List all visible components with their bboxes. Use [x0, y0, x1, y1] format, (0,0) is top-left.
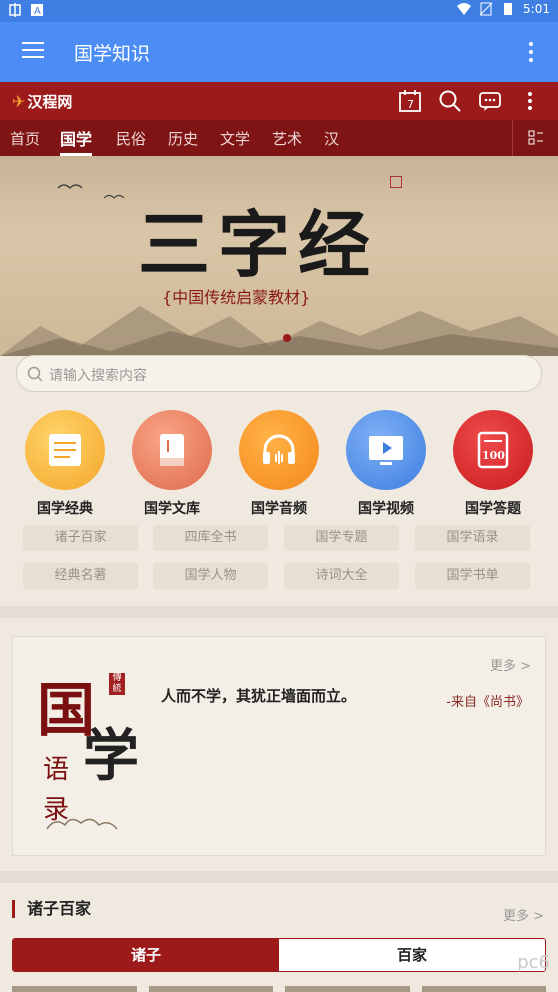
svg-text:A: A	[34, 6, 41, 17]
thumbnail[interactable]	[421, 986, 546, 992]
chip-masterpieces[interactable]: 经典名著	[23, 563, 138, 589]
score-100-icon: 100	[477, 431, 509, 469]
audio-circle	[239, 410, 319, 490]
monitor-play-icon	[369, 436, 403, 465]
app-bar: 国学知识	[0, 22, 558, 82]
calendar-icon[interactable]: 7	[398, 89, 422, 113]
quote-card[interactable]: 国 傳統 学 语 录 更多 > 人而不学，其犹正墙面而立。 -来自《尚书》	[12, 636, 546, 856]
wifi-icon	[457, 3, 472, 15]
status-bar: A 5:01	[0, 0, 558, 22]
category-label: 国学经典	[37, 501, 93, 517]
tab-folk[interactable]: 民俗	[116, 128, 146, 149]
chip-poetry[interactable]: 诗词大全	[284, 563, 399, 589]
quiz-circle: 100	[453, 410, 533, 490]
notification-a-icon: A	[31, 4, 43, 17]
search-placeholder: 请输入搜索内容	[49, 368, 147, 384]
category-grid: 国学经典 国学文库 国学音频 国学视频 100 国学答题	[0, 410, 558, 520]
cloud-decoration	[46, 818, 118, 830]
chat-icon[interactable]	[478, 89, 502, 113]
section-title: 诸子百家	[12, 900, 91, 918]
chip-booklist[interactable]: 国学书单	[415, 563, 530, 589]
thumbnail[interactable]	[12, 986, 137, 992]
category-audio[interactable]: 国学音频	[224, 410, 334, 518]
hamburger-menu-icon[interactable]	[22, 42, 44, 62]
tab-art[interactable]: 艺术	[272, 128, 302, 149]
tab-home[interactable]: 首页	[10, 128, 40, 149]
classics-circle	[25, 410, 105, 490]
chip-topics[interactable]: 国学专题	[284, 525, 399, 551]
tab-grid-button[interactable]	[512, 120, 558, 156]
headphones-icon	[263, 434, 295, 464]
chip-quotes[interactable]: 国学语录	[415, 525, 530, 551]
quote-text: 人而不学，其犹正墙面而立。	[161, 687, 357, 705]
segmented-control: 诸子 百家	[12, 938, 546, 972]
calendar-day: 7	[407, 98, 414, 111]
logo-text: 汉程网	[27, 93, 73, 111]
site-header: ✈ 汉程网 7	[0, 82, 558, 120]
battery-icon	[504, 3, 513, 15]
tab-literature[interactable]: 文学	[220, 128, 250, 149]
video-circle	[346, 410, 426, 490]
banner-seal-icon	[390, 176, 402, 188]
hero-banner[interactable]: 三字经 {中国传统启蒙教材}	[0, 156, 558, 356]
app-notification-icon	[9, 3, 21, 17]
site-logo[interactable]: ✈ 汉程网	[12, 91, 72, 112]
grid-menu-icon	[528, 130, 543, 145]
site-more-icon[interactable]	[518, 89, 542, 113]
segment-zhuzi[interactable]: 诸子	[13, 939, 279, 971]
bookshelf-icon	[160, 434, 184, 466]
category-label: 国学音频	[251, 501, 307, 517]
overflow-menu-icon[interactable]	[528, 42, 534, 62]
category-tabs: 首页 国学 民俗 历史 文学 艺术 汉	[0, 120, 558, 156]
category-label: 国学视频	[358, 501, 414, 517]
banner-subtitle: {中国传统启蒙教材}	[162, 288, 311, 307]
chip-siku[interactable]: 四库全书	[153, 525, 268, 551]
section-divider	[0, 606, 558, 618]
quote-more-link[interactable]: 更多 >	[490, 655, 531, 674]
category-label: 国学文库	[144, 501, 200, 517]
quote-art-char-2: 学	[83, 723, 139, 789]
carousel-indicator[interactable]	[283, 334, 291, 342]
tab-han[interactable]: 汉	[324, 128, 339, 149]
segment-baijia[interactable]: 百家	[279, 939, 545, 971]
section-more-link[interactable]: 更多 >	[503, 905, 544, 924]
watermark: pc6	[517, 952, 550, 973]
search-icon[interactable]	[438, 89, 462, 113]
search-input[interactable]: 请输入搜索内容	[16, 355, 542, 392]
book-icon	[49, 434, 81, 466]
svg-text:100: 100	[482, 449, 505, 462]
category-library[interactable]: 国学文库	[117, 410, 227, 518]
status-time: 5:01	[523, 2, 550, 16]
chip-figures[interactable]: 国学人物	[153, 563, 268, 589]
banner-calligraphy: 三字经	[138, 202, 379, 287]
category-video[interactable]: 国学视频	[331, 410, 441, 518]
category-classics[interactable]: 国学经典	[10, 410, 120, 518]
thumbnail[interactable]	[148, 986, 273, 992]
search-field-icon	[27, 366, 43, 382]
tab-guoxue[interactable]: 国学	[60, 126, 93, 156]
app-title: 国学知识	[74, 43, 151, 65]
quote-source: -来自《尚书》	[446, 695, 529, 710]
quote-art-vertical-1: 语	[43, 755, 70, 785]
quote-stamp: 傳統	[109, 673, 125, 695]
category-label: 国学答题	[465, 501, 521, 517]
chip-zhuzi[interactable]: 诸子百家	[23, 525, 138, 551]
logo-mark-icon: ✈	[12, 92, 26, 111]
no-sim-icon	[479, 2, 493, 16]
library-circle	[132, 410, 212, 490]
category-quiz[interactable]: 100 国学答题	[438, 410, 548, 518]
section-divider	[0, 871, 558, 883]
tab-history[interactable]: 历史	[168, 128, 198, 149]
thumbnail-row	[12, 986, 546, 992]
thumbnail[interactable]	[285, 986, 410, 992]
